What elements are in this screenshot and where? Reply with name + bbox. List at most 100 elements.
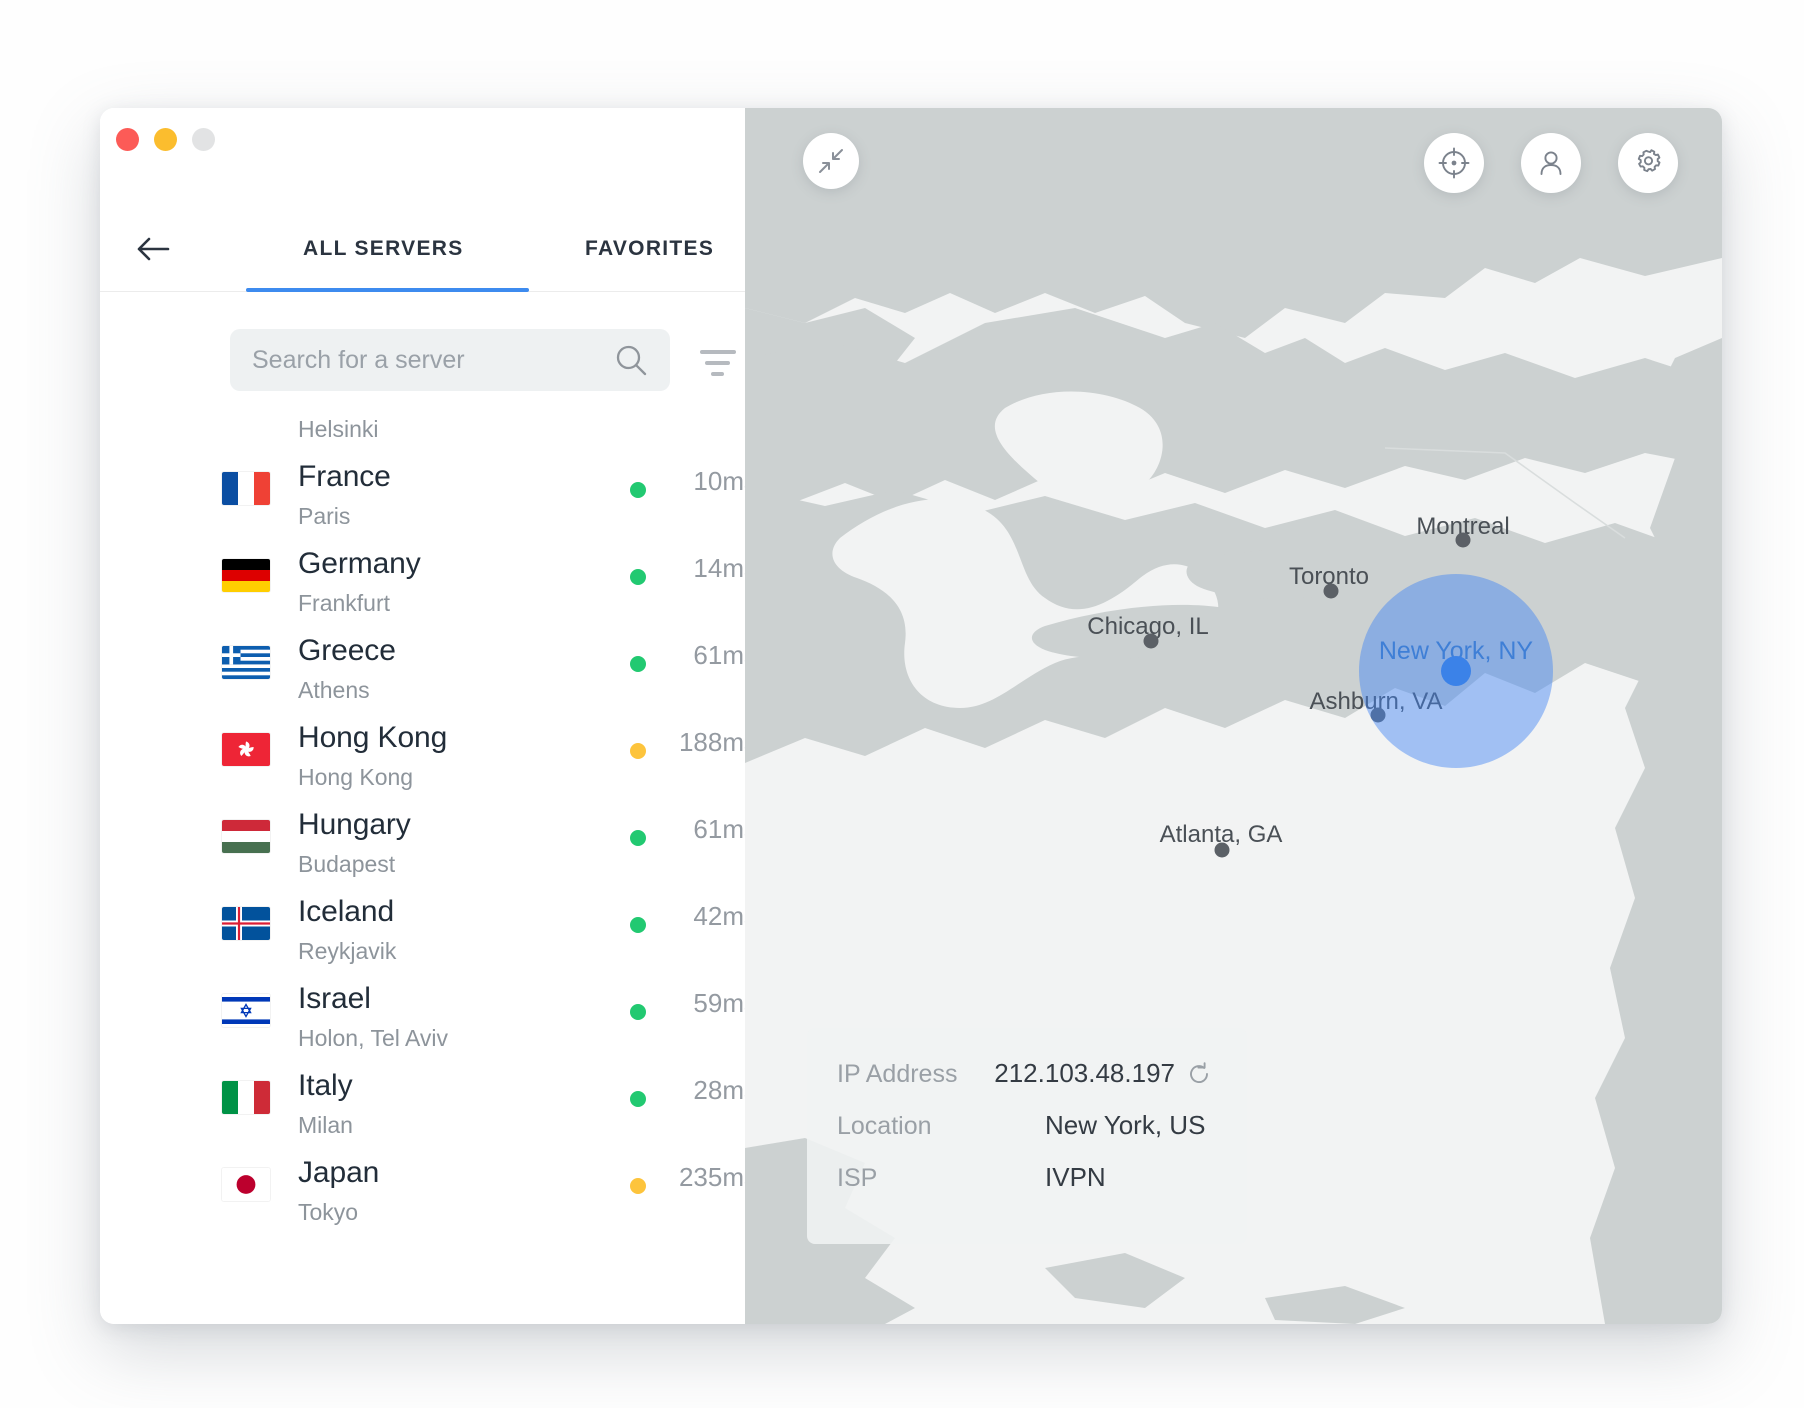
- flag-icon-de: [222, 559, 270, 592]
- map-city-dot[interactable]: [1455, 532, 1471, 548]
- server-list[interactable]: Helsinki France Paris 10ms Germany Frank…: [100, 416, 745, 1324]
- server-city: Hong Kong: [298, 764, 414, 790]
- info-value: 212.103.48.197: [994, 1058, 1211, 1089]
- server-country: Hungary: [298, 808, 411, 841]
- user-icon: [1540, 151, 1562, 175]
- previous-row-city: Helsinki: [298, 416, 379, 442]
- status-dot: [630, 917, 646, 933]
- refresh-icon: [1190, 1061, 1208, 1083]
- info-value-text: 212.103.48.197: [994, 1058, 1175, 1088]
- server-city: Milan: [298, 1112, 353, 1138]
- server-latency: 61ms: [693, 814, 745, 844]
- status-dot: [630, 482, 646, 498]
- tab-bar: ALL SERVERS FAVORITES: [100, 206, 745, 292]
- search-box[interactable]: [230, 329, 670, 391]
- flag-icon-fr: [222, 472, 270, 505]
- tab-active-indicator: [246, 288, 529, 292]
- flag-icon-is: [222, 907, 270, 940]
- tab-favorites[interactable]: FAVORITES: [585, 237, 714, 261]
- flag-icon-il: [222, 994, 270, 1027]
- info-label: ISP: [837, 1164, 878, 1192]
- arrow-left-icon: [137, 237, 170, 260]
- server-city: Tokyo: [298, 1199, 359, 1225]
- server-city: Athens: [298, 677, 370, 703]
- server-country: France: [298, 460, 391, 493]
- filter-line-2: [705, 361, 730, 365]
- search-input[interactable]: [252, 345, 614, 375]
- zoom-button[interactable]: [192, 128, 215, 151]
- server-latency: 188ms: [678, 727, 745, 757]
- server-city: Paris: [298, 503, 351, 529]
- info-value: New York, US: [1045, 1110, 1205, 1141]
- server-country: Hong Kong: [298, 721, 448, 754]
- server-row[interactable]: Germany Frankfurt 14ms: [100, 537, 745, 624]
- tab-all-servers[interactable]: ALL SERVERS: [303, 237, 464, 261]
- flag-icon-gr: [222, 646, 270, 679]
- server-row[interactable]: Iceland Reykjavik 42ms: [100, 885, 745, 972]
- status-dot: [630, 830, 646, 846]
- crosshair-icon: [1438, 147, 1470, 179]
- server-row[interactable]: France Paris 10ms: [100, 450, 745, 537]
- active-location-dot[interactable]: [1441, 656, 1471, 686]
- info-row: ISP IVPN: [837, 1162, 1211, 1214]
- server-country: Japan: [298, 1156, 380, 1189]
- map-city-dot[interactable]: [1143, 633, 1159, 649]
- info-row: Location New York, US: [837, 1110, 1211, 1162]
- server-row[interactable]: Hong Kong Hong Kong 188ms: [100, 711, 745, 798]
- screenshot-root: { "window": { "traffic_lights": ["close"…: [0, 0, 1804, 1408]
- map-city-dot[interactable]: [1214, 842, 1230, 858]
- server-city: Reykjavik: [298, 938, 397, 964]
- status-dot: [630, 743, 646, 759]
- server-latency: 28ms: [693, 1075, 745, 1105]
- server-latency: 42ms: [693, 901, 745, 931]
- flag-icon-hk: [222, 733, 270, 766]
- gear-icon: [1637, 149, 1661, 173]
- map-city-dot[interactable]: [1323, 583, 1339, 599]
- server-row[interactable]: Israel Holon, Tel Aviv 59ms: [100, 972, 745, 1059]
- server-row[interactable]: Greece Athens 61ms: [100, 624, 745, 711]
- server-latency: 61ms: [693, 640, 745, 670]
- server-row[interactable]: Hungary Budapest 61ms: [100, 798, 745, 885]
- close-button[interactable]: [116, 128, 139, 151]
- collapse-panel-button[interactable]: [803, 133, 859, 189]
- info-value-text: IVPN: [1045, 1162, 1106, 1192]
- account-button[interactable]: [1521, 133, 1581, 193]
- server-country: Israel: [298, 982, 371, 1015]
- search-icon: [616, 345, 647, 376]
- minimize-button[interactable]: [154, 128, 177, 151]
- server-latency: 235ms: [678, 1162, 745, 1192]
- server-latency: 59ms: [693, 988, 745, 1018]
- back-button[interactable]: [133, 229, 173, 269]
- filter-sort-button[interactable]: [700, 346, 745, 380]
- server-country: Iceland: [298, 895, 395, 928]
- connection-info-card: IP Address 212.103.48.197 Location New Y…: [807, 1028, 1247, 1244]
- collapse-arrows-icon: [819, 149, 843, 173]
- info-value: IVPN: [1045, 1162, 1106, 1193]
- server-city: Budapest: [298, 851, 396, 877]
- status-dot: [630, 1178, 646, 1194]
- status-dot: [630, 1004, 646, 1020]
- info-value-text: New York, US: [1045, 1110, 1206, 1140]
- refresh-ip-button[interactable]: [1187, 1061, 1211, 1086]
- info-row: IP Address 212.103.48.197: [837, 1058, 1211, 1110]
- server-city: Frankfurt: [298, 590, 391, 616]
- flag-icon-jp: [222, 1168, 270, 1201]
- app-window: ALL SERVERS FAVORITES Search for a serve…: [100, 108, 1722, 1324]
- map-panel[interactable]: Montreal Toronto Chicago, IL Ashburn, VA Atl…: [745, 108, 1722, 1324]
- info-label: IP Address: [837, 1060, 958, 1088]
- filter-line-1: [700, 350, 736, 354]
- flag-icon-hu: [222, 820, 270, 853]
- locate-me-button[interactable]: [1424, 133, 1484, 193]
- status-dot: [630, 569, 646, 585]
- server-row[interactable]: Japan Tokyo 235ms: [100, 1146, 745, 1233]
- flag-icon-it: [222, 1081, 270, 1114]
- settings-button[interactable]: [1618, 133, 1678, 193]
- filter-line-3: [711, 372, 724, 376]
- info-label: Location: [837, 1112, 932, 1140]
- status-dot: [630, 1091, 646, 1107]
- server-country: Germany: [298, 547, 421, 580]
- server-city: Holon, Tel Aviv: [298, 1025, 449, 1051]
- server-latency: 14ms: [693, 553, 745, 583]
- server-row[interactable]: Italy Milan 28ms: [100, 1059, 745, 1146]
- server-sidebar: ALL SERVERS FAVORITES Search for a serve…: [100, 108, 745, 1324]
